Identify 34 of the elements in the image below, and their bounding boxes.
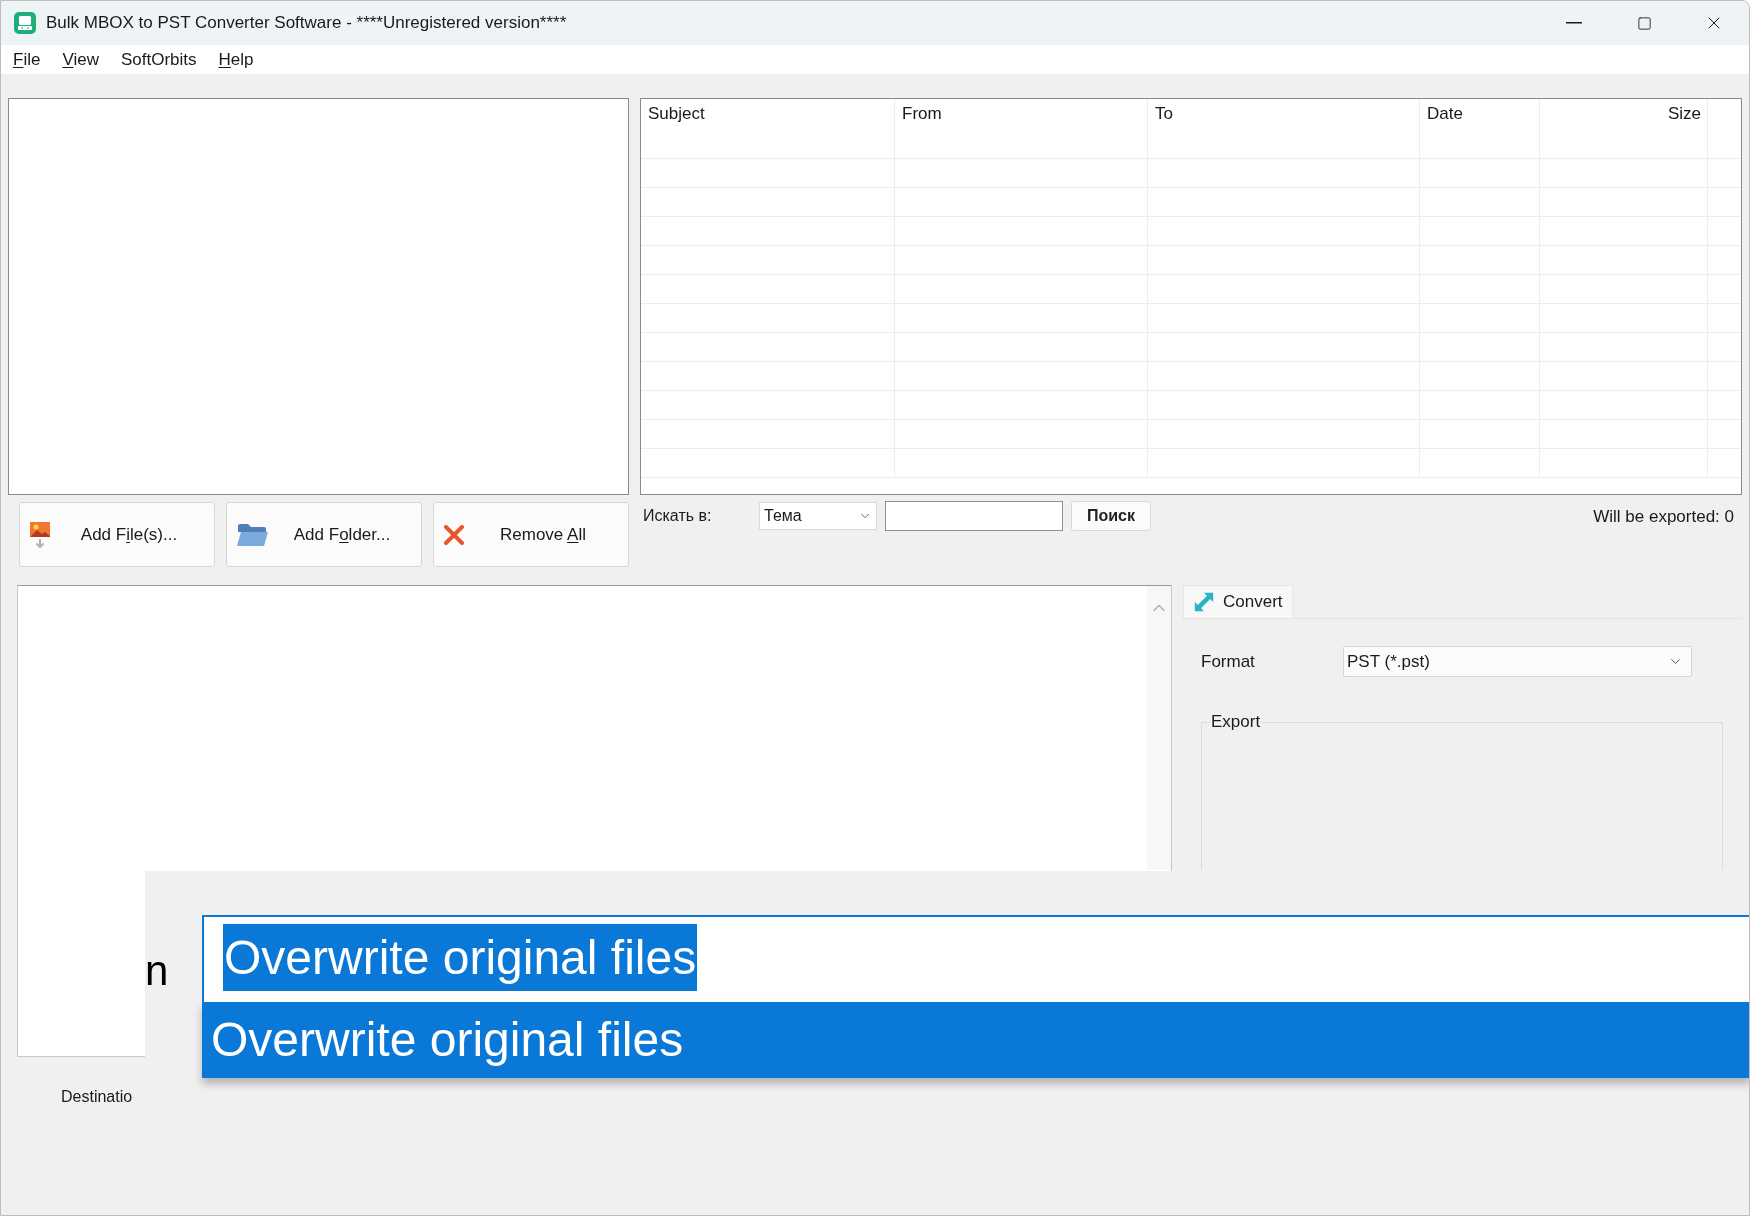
dropdown-option[interactable]: Overwrite original files [202, 1002, 1749, 1078]
format-select[interactable]: PST (*.pst) [1343, 646, 1692, 677]
destination-label: Destinatio [61, 1088, 133, 1105]
search-label: Искать в: [643, 506, 713, 526]
toolbar-button[interactable]: Remove All [433, 502, 629, 567]
app-logo-icon [14, 12, 36, 34]
picture-icon [30, 521, 50, 548]
column-header[interactable]: From [895, 99, 1148, 130]
minimize-icon [1566, 22, 1582, 24]
scrollbar[interactable] [1147, 586, 1171, 870]
cross-icon [444, 524, 464, 545]
menu-item[interactable]: File [7, 47, 47, 72]
column-header[interactable]: Size [1540, 99, 1708, 130]
column-header[interactable]: To [1148, 99, 1420, 130]
search-field[interactable] [885, 501, 1063, 531]
column-header[interactable]: Date [1420, 99, 1540, 130]
scope-dropdown[interactable]: Тема [759, 502, 877, 530]
label-fragment: n [145, 947, 169, 994]
menu-item[interactable]: View [56, 47, 105, 72]
toolbar-button[interactable]: Add Folder... [226, 502, 422, 567]
tab[interactable]: Convert [1183, 585, 1293, 618]
combo-field[interactable]: Overwrite original files [202, 915, 1749, 1002]
search-button[interactable]: Поиск [1071, 501, 1151, 531]
folder-icon [237, 523, 269, 546]
menu-item[interactable]: SoftOrbits [114, 47, 203, 72]
toolbar-button[interactable]: Add File(s)... [19, 502, 215, 567]
selected-text: Overwrite original files [223, 924, 698, 991]
diagonal-arrow-icon [1193, 591, 1215, 613]
export-count: Will be exported: 0 [1593, 506, 1734, 528]
maximize-icon [1636, 15, 1652, 31]
column-header[interactable]: Subject [641, 99, 895, 130]
format-label: Format [1201, 650, 1256, 673]
window-title: Bulk MBOX to PST Converter Software - ****Unregistered version**** [46, 12, 567, 35]
menu-item[interactable]: Help [212, 47, 260, 72]
